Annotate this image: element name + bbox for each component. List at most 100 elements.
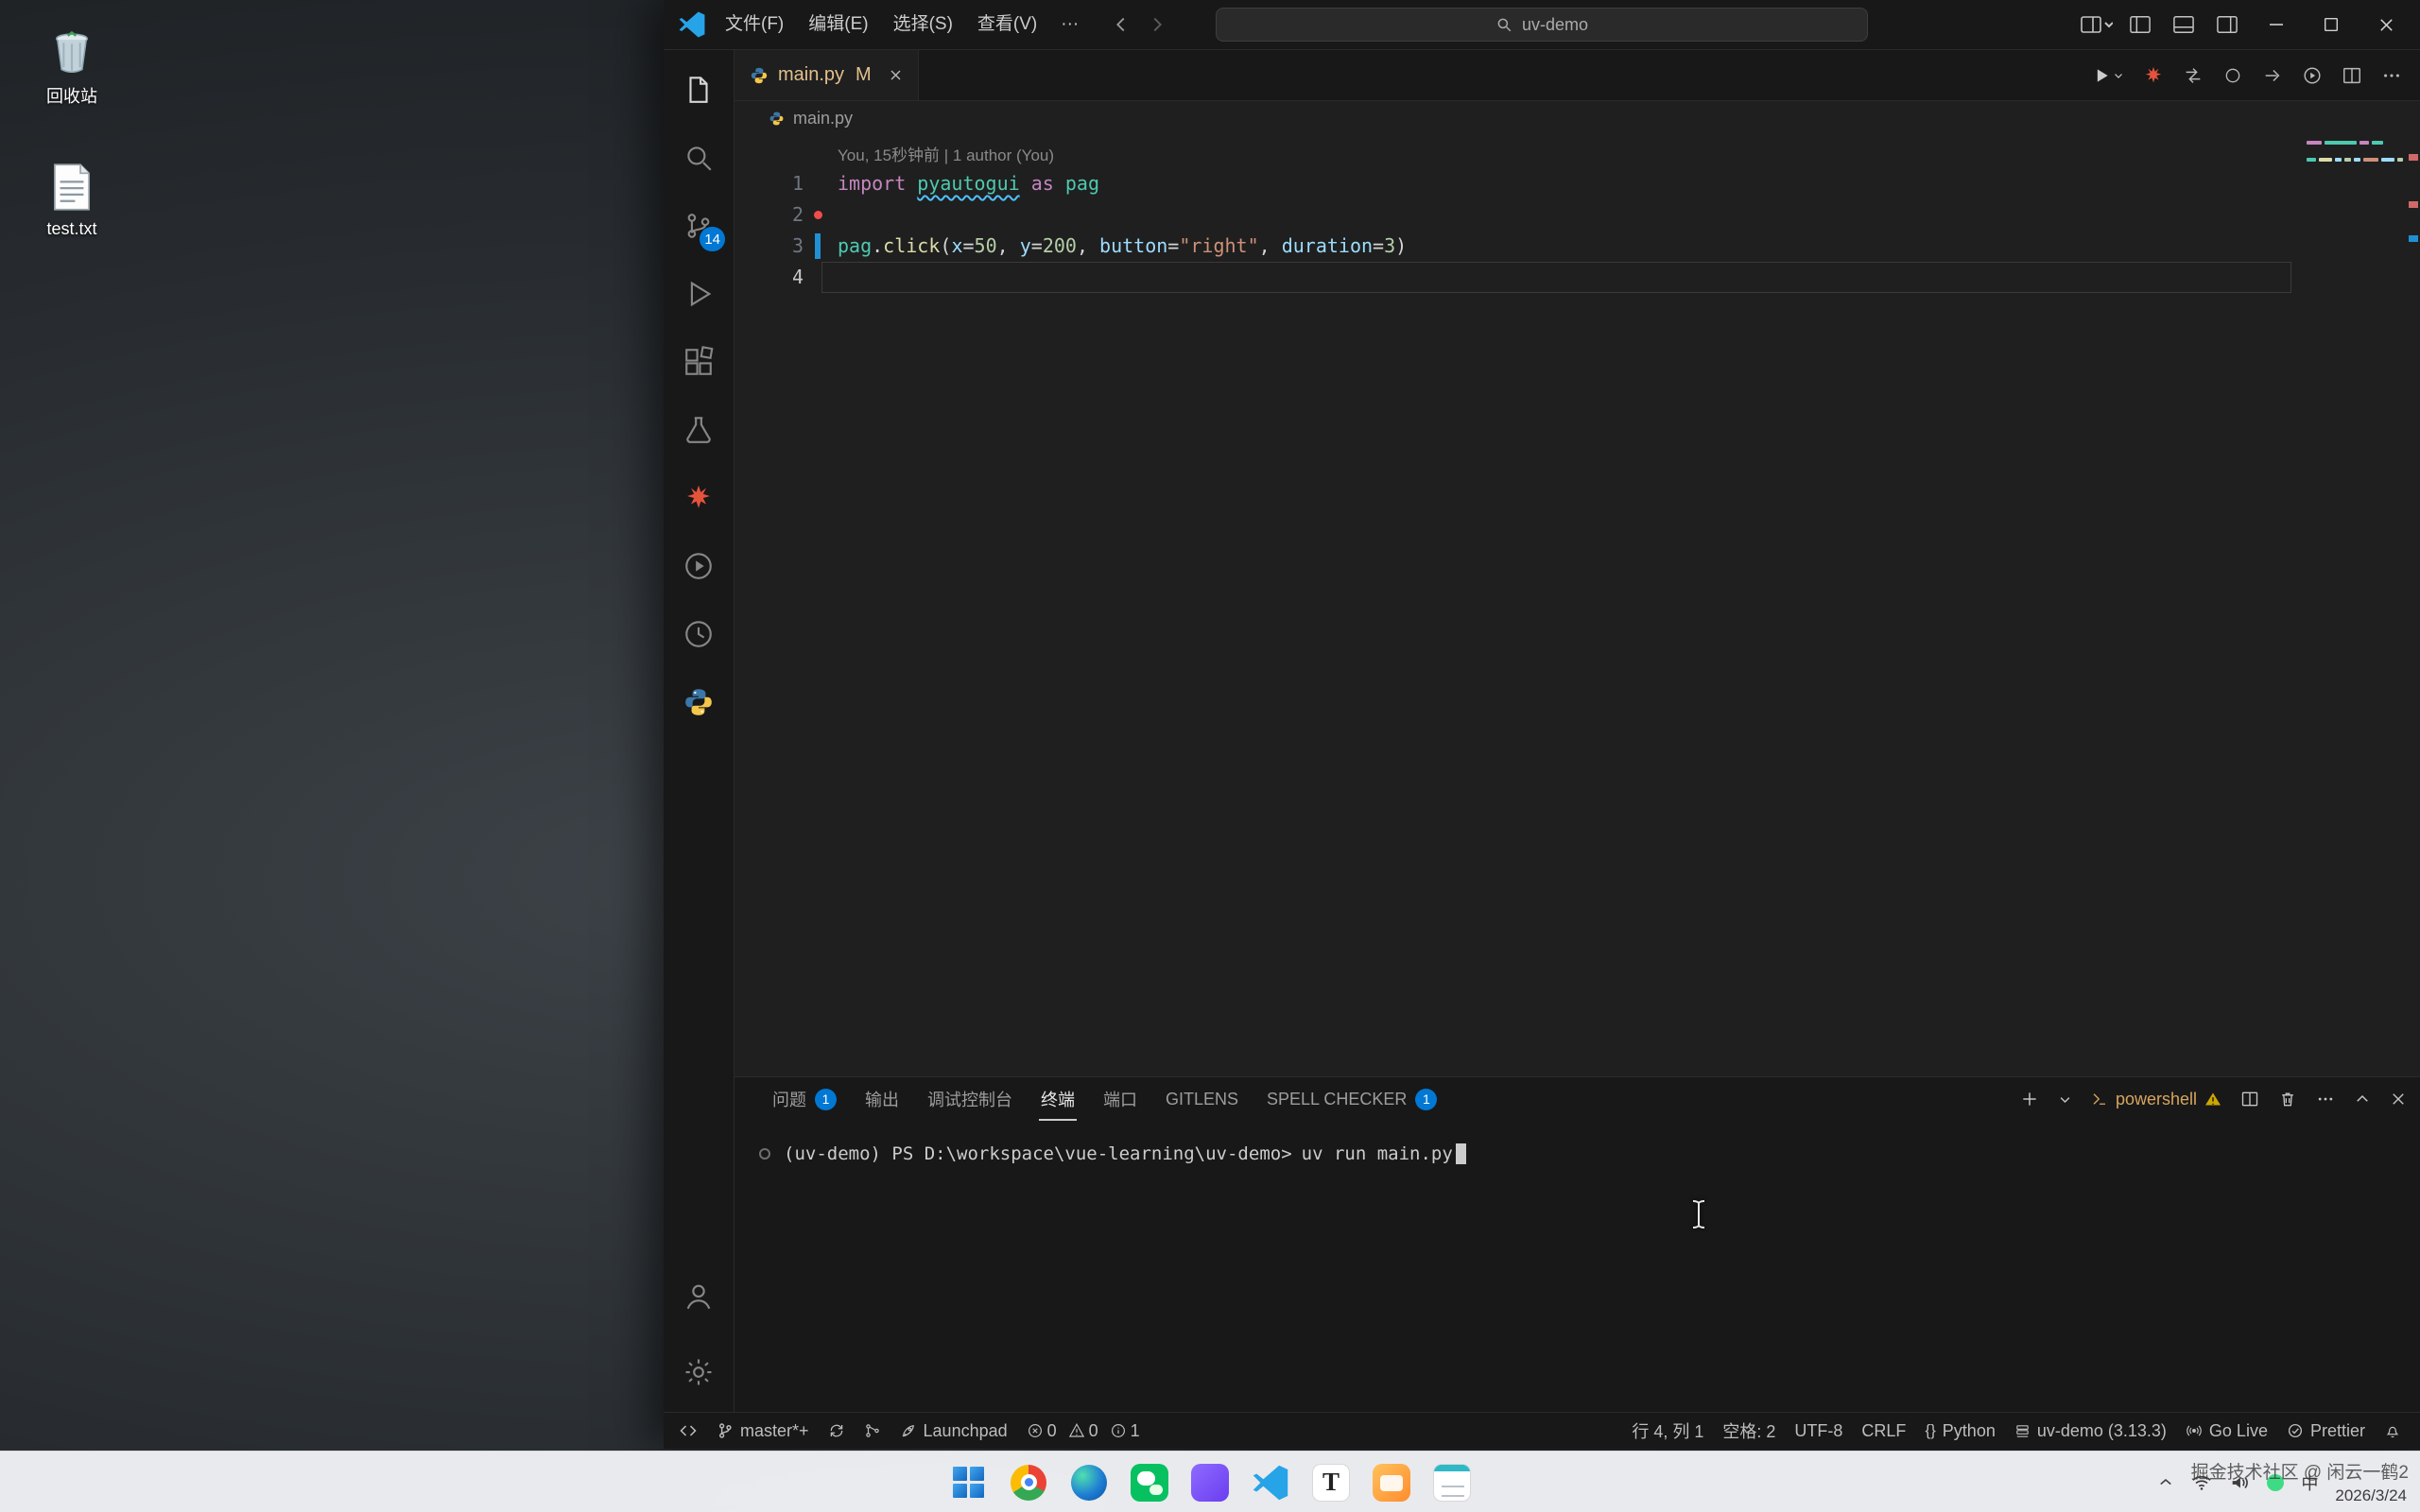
command-decoration-icon[interactable] xyxy=(759,1148,770,1160)
code-line-2[interactable]: 2 xyxy=(735,199,2420,231)
desktop-icon-recycle-bin[interactable]: 回收站 xyxy=(15,26,129,108)
source-control-icon[interactable]: 14 xyxy=(664,192,734,260)
language-mode-status[interactable]: {} Python xyxy=(1915,1413,2004,1449)
problems-status[interactable]: 0 0 1 xyxy=(1017,1413,1157,1449)
ruler-mark xyxy=(2409,235,2418,242)
terminal-tab-powershell[interactable]: powershell xyxy=(2091,1090,2221,1109)
taskbar-notepad-icon[interactable] xyxy=(1430,1461,1474,1504)
python-interpreter-status[interactable]: uv-demo (3.13.3) xyxy=(2005,1413,2176,1449)
indentation-status[interactable]: 空格: 2 xyxy=(1713,1413,1785,1449)
kill-terminal-icon[interactable] xyxy=(2278,1090,2297,1108)
terminal[interactable]: (uv-demo) PS D:\workspace\vue-learning\u… xyxy=(735,1121,2420,1164)
panel-tab-GITLENS[interactable]: GITLENS xyxy=(1154,1077,1250,1121)
more-actions-icon[interactable] xyxy=(2375,59,2409,93)
search-sidebar-icon[interactable] xyxy=(664,124,734,192)
taskbar-purple-app-icon[interactable] xyxy=(1188,1461,1232,1504)
notifications-bell-icon[interactable] xyxy=(2375,1413,2411,1449)
maximize-panel-icon[interactable] xyxy=(2354,1091,2371,1108)
status-bar: master*+ Launchpad 0 0 xyxy=(664,1412,2420,1449)
taskbar-typora-icon[interactable]: T xyxy=(1309,1461,1353,1504)
panel-tab-SPELL CHECKER[interactable]: SPELL CHECKER1 xyxy=(1255,1077,1448,1121)
codelens-annotation[interactable]: You, 15秒钟前 | 1 author (You) xyxy=(838,143,2420,168)
overview-ruler[interactable] xyxy=(2407,135,2420,1076)
menu-overflow[interactable]: ··· xyxy=(1049,14,1090,35)
panel-tab-badge: 1 xyxy=(815,1089,837,1110)
menu-S[interactable]: 选择(S) xyxy=(881,1,965,48)
split-terminal-icon[interactable] xyxy=(2240,1090,2259,1108)
compare-changes-icon[interactable] xyxy=(2176,59,2210,93)
hidden-icons-chevron-icon[interactable] xyxy=(2157,1474,2174,1491)
layout-control-icon[interactable] xyxy=(2076,1,2118,48)
remote-indicator[interactable] xyxy=(669,1413,707,1449)
launchpad-status[interactable]: Launchpad xyxy=(890,1413,1017,1449)
git-branch-status[interactable]: master*+ xyxy=(707,1413,819,1449)
panel-tab-终端[interactable]: 终端 xyxy=(1029,1077,1086,1121)
start-button[interactable] xyxy=(946,1461,990,1504)
menu-bar: 文件(F)编辑(E)选择(S)查看(V) xyxy=(713,1,1049,48)
desktop: 回收站 test.txt 文件(F)编辑(E)选择(S)查看(V) ··· xyxy=(0,0,2420,1512)
taskbar-orange-app-icon[interactable] xyxy=(1370,1461,1413,1504)
taskbar-wechat-icon[interactable] xyxy=(1128,1461,1171,1504)
toggle-panel-icon[interactable] xyxy=(2163,1,2204,48)
bottom-panel: 问题1输出调试控制台终端端口GITLENSSPELL CHECKER1 powe… xyxy=(735,1076,2420,1412)
go-live-status[interactable]: Go Live xyxy=(2176,1413,2277,1449)
run-python-file-button[interactable] xyxy=(2085,59,2131,93)
gitlens-graph-icon[interactable] xyxy=(855,1413,890,1449)
minimize-button[interactable] xyxy=(2250,0,2303,49)
taskbar-chrome-icon[interactable] xyxy=(1007,1461,1050,1504)
run-debug-icon[interactable] xyxy=(664,260,734,328)
split-editor-icon[interactable] xyxy=(2335,59,2369,93)
panel-tab-问题[interactable]: 问题1 xyxy=(761,1077,848,1121)
account-icon[interactable] xyxy=(664,1263,734,1331)
back-arrow-icon[interactable] xyxy=(1111,14,1132,35)
git-modified-gutter-bar xyxy=(815,233,821,259)
code-line-3[interactable]: 3pag.click(x=50, y=200, button="right", … xyxy=(735,231,2420,262)
sync-icon[interactable] xyxy=(819,1413,855,1449)
extensions-icon[interactable] xyxy=(664,328,734,396)
new-terminal-icon[interactable] xyxy=(2020,1090,2039,1108)
panel-tab-输出[interactable]: 输出 xyxy=(854,1077,910,1121)
breadcrumb[interactable]: main.py xyxy=(735,101,2420,135)
encoding-status[interactable]: UTF-8 xyxy=(1785,1413,1852,1449)
settings-gear-icon[interactable] xyxy=(664,1338,734,1406)
cursor-position-status[interactable]: 行 4, 列 1 xyxy=(1622,1413,1713,1449)
titlebar-right-controls xyxy=(2076,0,2412,49)
eol-status[interactable]: CRLF xyxy=(1852,1413,1915,1449)
search-icon xyxy=(1495,16,1512,33)
menu-E[interactable]: 编辑(E) xyxy=(796,1,880,48)
python-extension-icon[interactable] xyxy=(664,668,734,736)
taskbar-vscode-icon[interactable] xyxy=(1249,1461,1292,1504)
panel-tab-调试控制台[interactable]: 调试控制台 xyxy=(916,1077,1024,1121)
code-line-1[interactable]: 1import pyautogui as pag xyxy=(735,168,2420,199)
close-panel-icon[interactable] xyxy=(2390,1091,2407,1108)
menu-F[interactable]: 文件(F) xyxy=(713,1,796,48)
run-all-icon[interactable] xyxy=(2295,59,2329,93)
menu-V[interactable]: 查看(V) xyxy=(965,1,1049,48)
tab-close-icon[interactable] xyxy=(889,68,903,82)
tab-main-py[interactable]: main.py M xyxy=(735,50,919,100)
extension-starburst-icon[interactable] xyxy=(664,464,734,532)
taskbar-browser-icon[interactable] xyxy=(1067,1461,1111,1504)
close-button[interactable] xyxy=(2360,0,2412,49)
desktop-icon-test-txt[interactable]: test.txt xyxy=(15,163,129,239)
forward-arrow-icon[interactable] xyxy=(1147,14,1167,35)
circle-action-icon[interactable] xyxy=(2216,59,2250,93)
code-editor[interactable]: You, 15秒钟前 | 1 author (You) 1import pyau… xyxy=(735,135,2420,1076)
prettier-status[interactable]: Prettier xyxy=(2277,1413,2375,1449)
code-line-4[interactable]: 4 xyxy=(735,262,2420,293)
command-center-search[interactable]: uv-demo xyxy=(1216,8,1868,42)
toggle-secondary-sidebar-icon[interactable] xyxy=(2206,1,2248,48)
panel-tab-端口[interactable]: 端口 xyxy=(1092,1077,1149,1121)
minimap[interactable] xyxy=(2307,141,2405,166)
testing-icon[interactable] xyxy=(664,396,734,464)
explorer-icon[interactable] xyxy=(664,56,734,124)
panel-more-icon[interactable] xyxy=(2316,1090,2335,1108)
toggle-sidebar-icon[interactable] xyxy=(2119,1,2161,48)
extension-starburst-action-icon[interactable] xyxy=(2136,59,2170,93)
breadcrumb-item[interactable]: main.py xyxy=(793,109,853,129)
history-search-icon[interactable] xyxy=(664,600,734,668)
code-runner-icon[interactable] xyxy=(664,532,734,600)
terminal-profile-chevron-icon[interactable] xyxy=(2058,1092,2072,1107)
goto-action-icon[interactable] xyxy=(2256,59,2290,93)
maximize-button[interactable] xyxy=(2305,0,2358,49)
